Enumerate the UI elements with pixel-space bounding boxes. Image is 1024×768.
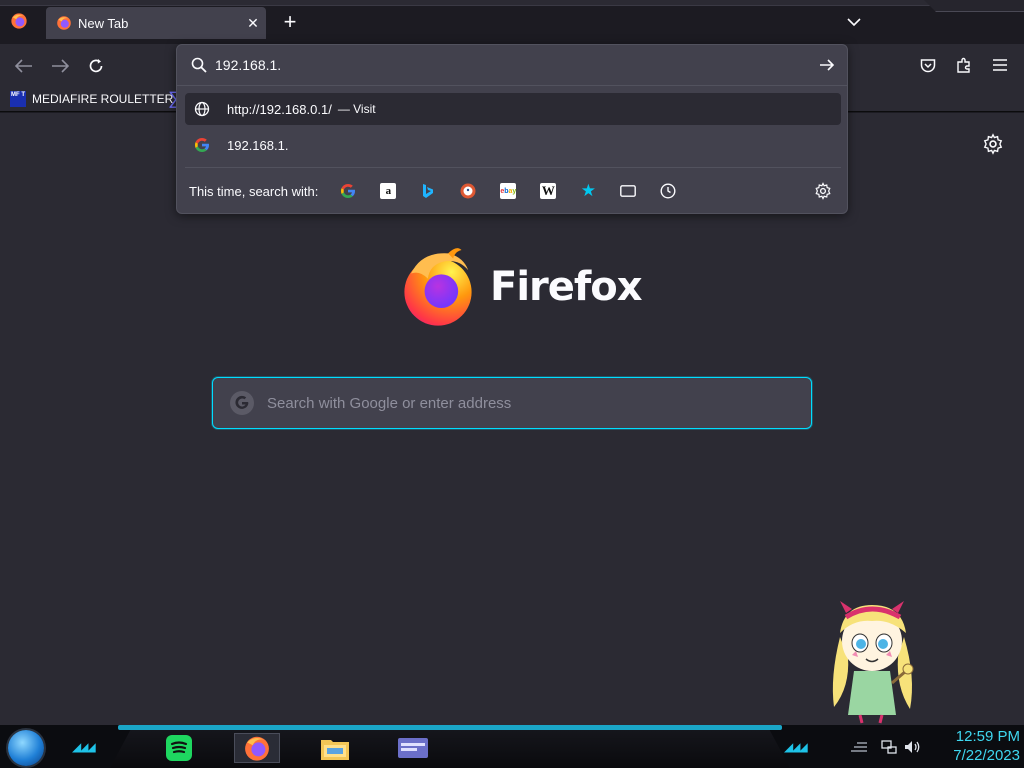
pocket-button[interactable]	[918, 55, 938, 75]
taskbar-app-tray	[110, 730, 790, 768]
taskbar-file-explorer[interactable]	[312, 733, 358, 763]
ebay-engine-button[interactable]: ebay	[494, 177, 522, 205]
urlbar-dropdown: http://192.168.0.1/ — Visit 192.168.1. T…	[176, 44, 848, 214]
oneoff-search-buttons: This time, search with: a ebay W ★	[177, 173, 847, 209]
new-tab-button[interactable]: +	[278, 9, 302, 35]
tabs-search-button[interactable]	[614, 177, 642, 205]
google-icon	[230, 391, 254, 415]
bookmarks-search-button[interactable]: ★	[574, 177, 602, 205]
taskbar-firefox[interactable]	[234, 733, 280, 763]
go-arrow-icon[interactable]	[817, 55, 837, 75]
puzzle-icon	[957, 57, 970, 73]
network-icon[interactable]	[880, 738, 898, 756]
urlbar-separator	[177, 85, 847, 86]
search-settings-button[interactable]	[809, 177, 837, 205]
clock-date: 7/22/2023	[953, 747, 1020, 764]
firefox-wordmark: Firefox	[490, 264, 643, 310]
firefox-icon	[245, 736, 269, 761]
firefox-menu-icon[interactable]	[10, 12, 28, 30]
urlbar-result-search[interactable]: 192.168.1.	[185, 129, 841, 161]
newtab-search-input[interactable]: Search with Google or enter address	[212, 377, 812, 429]
reload-icon	[89, 59, 103, 73]
search-placeholder: Search with Google or enter address	[267, 394, 512, 412]
urlbar-input[interactable]	[215, 54, 795, 76]
star-butterfly-sticker	[832, 601, 914, 724]
taskbar-glow	[118, 725, 782, 730]
pocket-icon	[920, 58, 936, 72]
window-decoration	[924, 0, 1024, 12]
urlbar-result-visit[interactable]: http://192.168.0.1/ — Visit	[185, 93, 841, 125]
tab-strip: New Tab ✕ +	[0, 0, 1024, 44]
globe-icon	[193, 100, 211, 118]
history-search-button[interactable]	[654, 177, 682, 205]
file-explorer-icon	[321, 740, 349, 760]
forward-button[interactable]	[46, 52, 74, 80]
duckduckgo-engine-button[interactable]	[454, 177, 482, 205]
personalize-settings-icon[interactable]	[982, 133, 1004, 155]
clock-time: 12:59 PM	[955, 728, 1020, 745]
taskbar-app-window[interactable]	[390, 733, 436, 763]
bing-engine-icon	[423, 184, 434, 198]
chevron-decoration-icon: ◢◢◢	[72, 740, 96, 754]
urlbar	[177, 45, 847, 85]
volume-icon[interactable]	[904, 738, 922, 756]
bookmark-label: MEDIAFIRE ROULETTER	[32, 92, 174, 106]
hamburger-menu-icon	[993, 59, 1007, 71]
title-bar-line	[0, 0, 1024, 6]
result-url: http://192.168.0.1/	[227, 101, 332, 117]
result-search-term: 192.168.1.	[227, 137, 289, 153]
amazon-engine-button[interactable]: a	[374, 177, 402, 205]
start-button[interactable]	[8, 730, 44, 766]
firefox-logo-icon	[404, 248, 472, 326]
back-button[interactable]	[10, 52, 38, 80]
amazon-engine-icon: a	[380, 183, 397, 199]
extensions-button[interactable]	[954, 55, 974, 75]
tabs-icon	[620, 185, 637, 197]
search-icon	[191, 57, 207, 73]
wikipedia-engine-icon: W	[540, 183, 557, 199]
google-icon	[193, 136, 211, 154]
list-all-tabs-button[interactable]	[842, 12, 866, 32]
arrow-left-icon	[15, 59, 32, 73]
taskbar-spotify[interactable]	[156, 733, 202, 763]
chevron-decoration-icon: ◢◢◢	[784, 740, 808, 754]
duckduckgo-engine-icon	[460, 183, 476, 199]
result-action: — Visit	[337, 102, 376, 116]
history-clock-icon	[660, 183, 676, 199]
ebay-engine-icon: ebay	[500, 183, 517, 199]
google-engine-button[interactable]	[334, 177, 362, 205]
firefox-brand: Firefox	[396, 245, 643, 329]
google-engine-icon	[341, 184, 356, 198]
chevron-down-icon	[847, 17, 861, 26]
app-window-icon	[398, 738, 428, 758]
oneoff-label: This time, search with:	[189, 183, 319, 199]
oneoff-separator	[185, 167, 841, 168]
system-clock[interactable]: 12:59 PM 7/22/2023	[928, 727, 1020, 765]
mft-favicon-icon: MF T	[10, 91, 26, 107]
tray-overflow-icon[interactable]	[850, 738, 868, 756]
bookmark-mediafire-rouletter[interactable]: MF T MEDIAFIRE ROULETTER	[10, 89, 173, 109]
spotify-icon	[166, 735, 192, 761]
taskbar: ◢◢◢ ◢◢◢ 12:59 PM 7/22/2023	[0, 725, 1024, 768]
bing-engine-button[interactable]	[414, 177, 442, 205]
firefox-favicon-icon	[57, 16, 71, 30]
bookmarks-star-icon: ★	[580, 181, 596, 200]
tab-title: New Tab	[78, 15, 129, 31]
gear-icon	[815, 182, 831, 200]
arrow-right-icon	[52, 59, 69, 73]
wikipedia-engine-button[interactable]: W	[534, 177, 562, 205]
tab-new-tab[interactable]: New Tab ✕	[46, 7, 266, 39]
close-tab-icon[interactable]: ✕	[240, 10, 266, 36]
app-menu-button[interactable]	[990, 55, 1010, 75]
reload-button[interactable]	[82, 52, 110, 80]
